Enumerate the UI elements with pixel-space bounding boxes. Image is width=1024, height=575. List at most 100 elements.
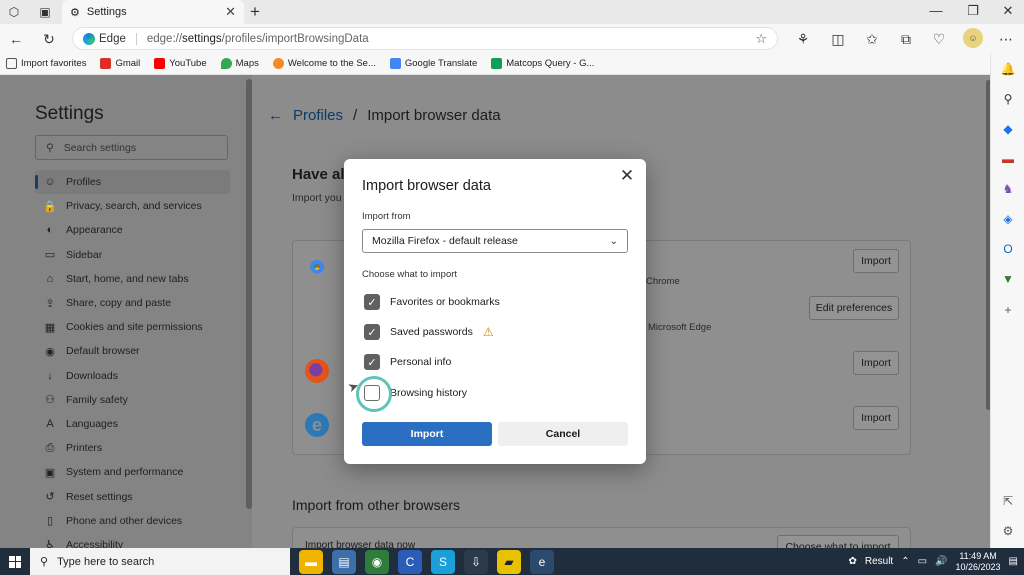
breadcrumb-profiles-link[interactable]: Profiles — [293, 107, 343, 124]
sticky-notes-icon[interactable]: ▰ — [497, 549, 521, 574]
sidebar-item-phone-and-other-devices[interactable]: ▯ Phone and other devices — [35, 509, 230, 533]
taskbar-search-input[interactable]: ⚲ Type here to search — [30, 548, 290, 575]
sidebar-item-accessibility[interactable]: ♿ Accessibility — [35, 533, 230, 548]
checkbox-passwords[interactable]: ✓ — [364, 324, 380, 340]
workspaces-icon[interactable]: ⬡ — [6, 4, 22, 20]
sidebar-item-share-copy-and-paste[interactable]: ⇪ Share, copy and paste — [35, 291, 230, 315]
clock[interactable]: 11:49 AM 10/26/2023 — [956, 551, 1001, 573]
favorite-label: Maps — [235, 58, 259, 69]
settings-title: Settings — [35, 103, 104, 124]
back-icon[interactable]: ← — [7, 30, 25, 48]
split-screen-icon[interactable]: ◫ — [829, 30, 847, 48]
sidebar-icon: ▭ — [44, 249, 56, 262]
sidebar-item-label: Profiles — [66, 176, 102, 189]
sidebar-item-profiles[interactable]: ☺ Profiles — [35, 170, 230, 195]
search-sidebar-icon[interactable]: ⚲ — [1001, 92, 1015, 106]
back-arrow-icon[interactable]: ← — [268, 107, 283, 124]
sidebar-item-default-browser[interactable]: ◉ Default browser — [35, 339, 230, 363]
sidebar-item-reset-settings[interactable]: ↺ Reset settings — [35, 484, 230, 508]
bell-icon[interactable]: 🔔 — [1001, 62, 1016, 76]
checkbox-personal-info[interactable]: ✓ — [364, 354, 380, 370]
games-icon[interactable]: ♞ — [1001, 182, 1015, 196]
sidebar-settings-icon[interactable]: ⚙ — [1001, 524, 1015, 538]
extensions-icon[interactable]: ⚘ — [794, 30, 812, 48]
chevron-up-icon[interactable]: ⌃ — [901, 556, 909, 567]
open-external-icon[interactable]: ⇱ — [1001, 494, 1015, 508]
minimize-icon[interactable]: — — [926, 3, 946, 18]
sidebar-scrollbar[interactable] — [246, 79, 252, 509]
app-c-icon[interactable]: C — [398, 549, 422, 574]
start-button[interactable] — [0, 555, 30, 568]
favorite-import[interactable]: Import favorites — [6, 58, 86, 69]
sidebar-item-label: Default browser — [66, 345, 140, 358]
search-settings-input[interactable]: ⚲ Search settings — [35, 135, 228, 160]
skype-icon[interactable]: S — [431, 549, 455, 574]
result-icon[interactable]: ✿ — [848, 556, 856, 567]
volume-icon[interactable]: 🔊 — [935, 556, 947, 567]
favorite-translate[interactable]: Google Translate — [389, 58, 477, 69]
sidebar-item-family-safety[interactable]: ⚇ Family safety — [35, 388, 230, 412]
site-badge-label: Edge — [99, 32, 126, 45]
edge-row-text: Microsoft Edge — [648, 322, 712, 333]
favorite-star-icon[interactable]: ☆ — [755, 31, 767, 47]
file-explorer-icon[interactable]: ▬ — [299, 549, 323, 574]
choose-what-to-import-button[interactable]: Choose what to import — [777, 535, 899, 548]
favorites-icon[interactable]: ✩ — [863, 30, 881, 48]
option-favorites[interactable]: ✓ Favorites or bookmarks — [364, 294, 500, 310]
favorite-matcops[interactable]: Matcops Query - G... — [491, 58, 594, 69]
result-label[interactable]: Result — [865, 556, 893, 567]
import-button[interactable]: Import — [362, 422, 492, 446]
outlook-icon[interactable]: O — [1001, 242, 1015, 256]
more-menu-icon[interactable]: ⋯ — [997, 30, 1015, 48]
profile-avatar[interactable]: ☺ — [963, 28, 983, 48]
import-from-select[interactable]: Mozilla Firefox - default release ⌄ — [362, 229, 628, 253]
sidebar-item-downloads[interactable]: ↓ Downloads — [35, 364, 230, 388]
sidebar-item-cookies-and-site-permissions[interactable]: ▦ Cookies and site permissions — [35, 315, 230, 339]
copilot-icon[interactable]: ◈ — [1001, 212, 1015, 226]
download-app-icon[interactable]: ⇩ — [464, 549, 488, 574]
sidebar-item-appearance[interactable]: ◐ Appearance — [35, 218, 230, 242]
taskbar-search-placeholder: Type here to search — [57, 555, 155, 568]
collections-icon[interactable]: ⧉ — [897, 30, 915, 48]
edit-preferences-button[interactable]: Edit preferences — [809, 296, 899, 320]
drop-icon[interactable]: ▼ — [1001, 272, 1015, 286]
import-firefox-button[interactable]: Import — [853, 351, 899, 375]
tab-actions-icon[interactable]: ▣ — [37, 4, 53, 20]
cancel-button[interactable]: Cancel — [498, 422, 628, 446]
toolbox-icon[interactable]: ▬ — [1001, 152, 1015, 166]
checkbox-favorites[interactable]: ✓ — [364, 294, 380, 310]
import-ie-button[interactable]: Import — [853, 406, 899, 430]
app-icon[interactable]: ▤ — [332, 549, 356, 574]
sidebar-item-system-and-performance[interactable]: ▣ System and performance — [35, 460, 230, 484]
add-sidebar-icon[interactable]: + — [1001, 303, 1015, 317]
new-tab-icon[interactable]: + — [250, 2, 260, 22]
import-chrome-button[interactable]: Import — [853, 249, 899, 273]
refresh-icon[interactable]: ↻ — [40, 30, 58, 48]
close-window-icon[interactable]: ✕ — [998, 3, 1018, 19]
favorite-welcome[interactable]: Welcome to the Se... — [272, 58, 376, 69]
favorite-gmail[interactable]: Gmail — [100, 58, 140, 69]
notifications-icon[interactable]: ▤ — [1009, 556, 1018, 567]
tab-settings[interactable]: ⚙ Settings ✕ — [62, 0, 244, 24]
sidebar-item-printers[interactable]: ⎙ Printers — [35, 436, 230, 460]
sidebar-item-languages[interactable]: A Languages — [35, 412, 230, 436]
close-tab-icon[interactable]: ✕ — [225, 4, 236, 20]
option-personal-info[interactable]: ✓ Personal info — [364, 354, 451, 370]
option-label: Saved passwords — [390, 326, 473, 338]
address-bar[interactable]: Edge edge://settings/profiles/importBrow… — [72, 27, 778, 50]
gmail-icon — [100, 58, 112, 69]
edge-taskbar-icon[interactable]: e — [530, 549, 554, 574]
chrome-taskbar-icon[interactable]: ◉ — [365, 549, 389, 574]
sidebar-item-privacy-search-and-services[interactable]: 🔒 Privacy, search, and services — [35, 194, 230, 218]
option-passwords[interactable]: ✓ Saved passwords ⚠ — [364, 324, 494, 340]
favorite-youtube[interactable]: YouTube — [154, 58, 207, 69]
sidebar-item-start-home-and-new-tabs[interactable]: ⌂ Start, home, and new tabs — [35, 267, 230, 291]
close-dialog-icon[interactable]: ✕ — [618, 166, 636, 186]
favorite-maps[interactable]: Maps — [220, 58, 259, 69]
restore-icon[interactable]: ❐ — [963, 3, 983, 19]
title-bar: ⬡ ▣ ⚙ Settings ✕ + — ❐ ✕ — [0, 0, 1024, 24]
tag-icon[interactable]: ◆ — [1001, 122, 1015, 136]
sidebar-item-sidebar[interactable]: ▭ Sidebar — [35, 243, 230, 267]
browser-essentials-icon[interactable]: ♡ — [930, 30, 948, 48]
network-icon[interactable]: ▭ — [918, 556, 927, 567]
